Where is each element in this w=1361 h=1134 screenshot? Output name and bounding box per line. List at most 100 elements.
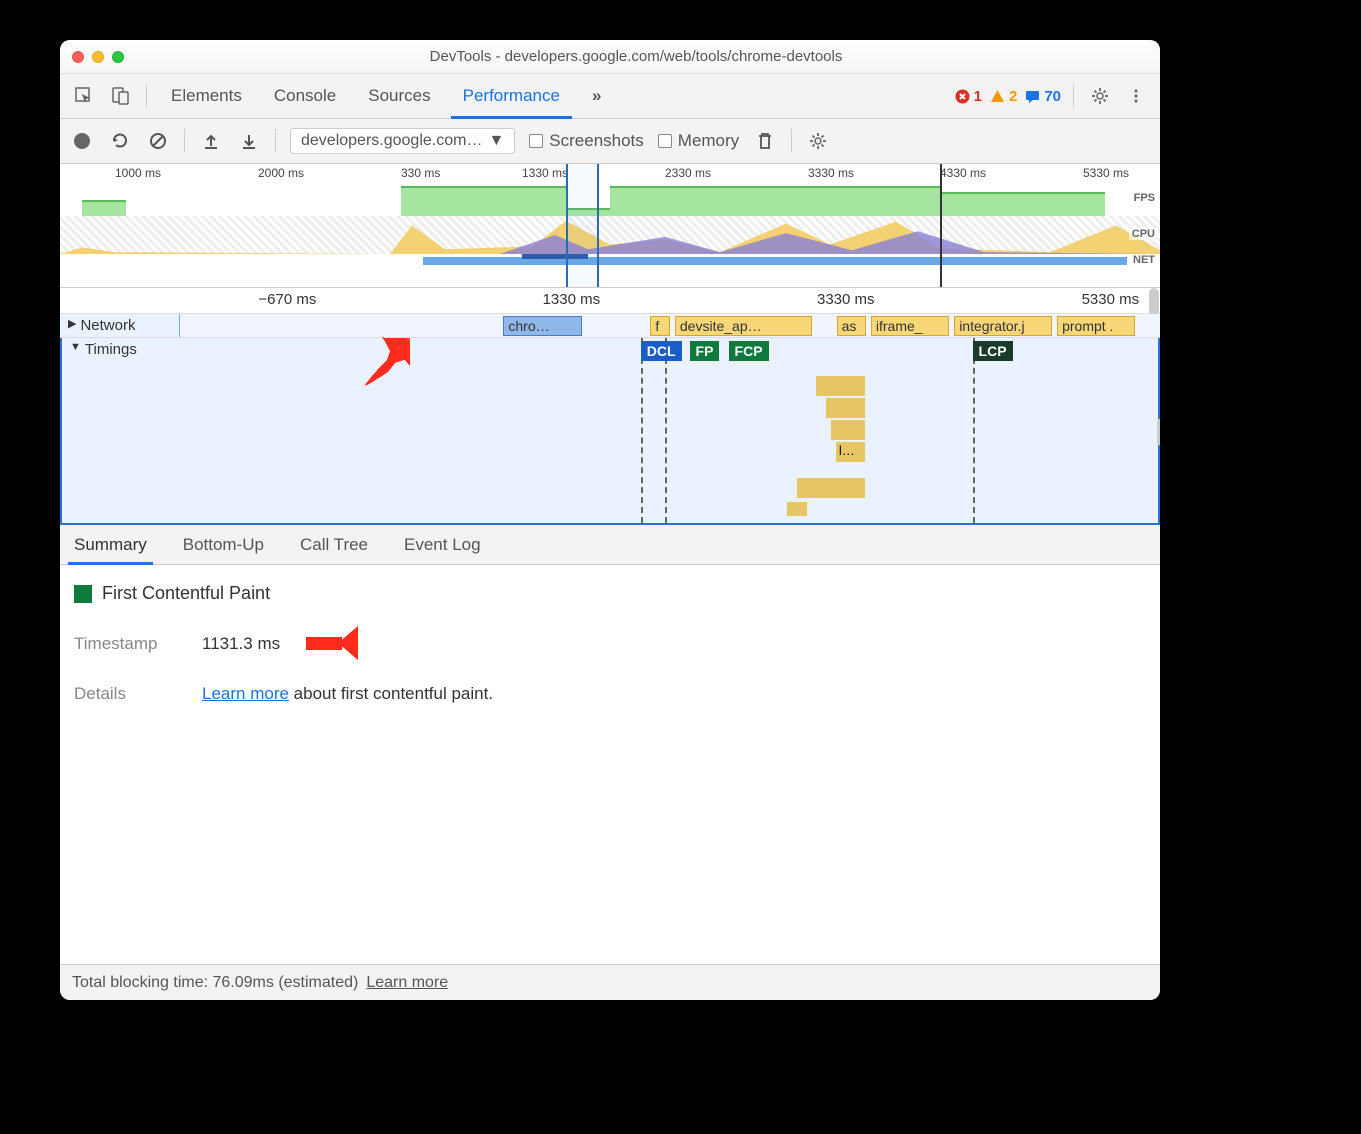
reload-icon[interactable]: [108, 129, 132, 153]
scrollbar-thumb[interactable]: [1157, 418, 1160, 446]
overview-chart[interactable]: 1000 ms2000 ms330 ms1330 ms2330 ms3330 m…: [60, 164, 1160, 288]
timing-badge-dcl[interactable]: DCL: [641, 341, 682, 361]
cpu-label: CPU: [1129, 228, 1158, 240]
device-icon[interactable]: [106, 82, 134, 110]
marker-line: [940, 164, 942, 287]
network-request[interactable]: as: [837, 316, 866, 336]
btab-summary[interactable]: Summary: [68, 525, 153, 564]
long-task-block[interactable]: [831, 420, 865, 440]
annotation-arrow-icon: [352, 336, 412, 392]
net-lane: NET: [60, 254, 1160, 268]
btab-bottomup[interactable]: Bottom-Up: [177, 525, 270, 564]
overview-selection[interactable]: [566, 164, 599, 287]
btab-eventlog[interactable]: Event Log: [398, 525, 487, 564]
ruler-tick: 5330 ms: [1083, 166, 1129, 180]
download-icon[interactable]: [237, 129, 261, 153]
record-button[interactable]: [70, 129, 94, 153]
blocking-time-text: Total blocking time: 76.09ms (estimated): [72, 974, 358, 992]
network-request[interactable]: devsite_ap…: [675, 316, 812, 336]
network-request[interactable]: prompt .: [1057, 316, 1135, 336]
network-request[interactable]: chro…: [503, 316, 581, 336]
long-task-block[interactable]: [797, 478, 865, 498]
memory-checkbox[interactable]: Memory: [658, 131, 739, 151]
ruler-tick: 1000 ms: [115, 166, 161, 180]
devtools-window: DevTools - developers.google.com/web/too…: [60, 40, 1160, 1000]
checkbox-icon: [529, 134, 543, 148]
footer-learn-more-link[interactable]: Learn more: [366, 974, 448, 992]
timings-track-header[interactable]: ▼ Timings: [62, 338, 182, 523]
net-label: NET: [1130, 254, 1158, 266]
perf-toolbar: developers.google.com… ▼ Screenshots Mem…: [60, 119, 1160, 164]
ruler-tick: 4330 ms: [940, 166, 986, 180]
maximize-icon[interactable]: [112, 51, 124, 63]
track-ruler: −670 ms 1330 ms 3330 ms 5330 ms: [60, 288, 1160, 314]
clear-icon[interactable]: [146, 129, 170, 153]
recording-label: developers.google.com…: [301, 132, 482, 150]
network-request[interactable]: f: [650, 316, 670, 336]
bottom-tabs: Summary Bottom-Up Call Tree Event Log: [60, 525, 1160, 565]
learn-more-link[interactable]: Learn more: [202, 684, 289, 703]
titlebar: DevTools - developers.google.com/web/too…: [60, 40, 1160, 74]
main-tabbar: Elements Console Sources Performance » 1…: [60, 74, 1160, 119]
long-task-block[interactable]: l…: [836, 442, 865, 462]
details-text: Learn more about first contentful paint.: [202, 684, 493, 704]
trash-icon[interactable]: [753, 129, 777, 153]
timestamp-label: Timestamp: [74, 634, 174, 654]
timing-badge-fp[interactable]: FP: [690, 341, 720, 361]
ruler-tick: 5330 ms: [1082, 291, 1140, 308]
screenshots-checkbox[interactable]: Screenshots: [529, 131, 644, 151]
tab-sources[interactable]: Sources: [356, 74, 442, 118]
footer-bar: Total blocking time: 76.09ms (estimated)…: [60, 964, 1160, 1000]
network-track: ▶ Network chro… fdevsite_ap… asiframe_inte…: [60, 314, 1160, 338]
ruler-tick: 2330 ms: [665, 166, 711, 180]
fp-marker-line: [665, 338, 667, 523]
long-task-block[interactable]: [826, 398, 865, 418]
overview-ruler: 1000 ms2000 ms330 ms1330 ms2330 ms3330 m…: [60, 164, 1160, 182]
ruler-tick: 1330 ms: [543, 291, 601, 308]
tab-performance[interactable]: Performance: [451, 74, 572, 118]
long-task-block[interactable]: [816, 376, 865, 396]
minimize-icon[interactable]: [92, 51, 104, 63]
fps-label: FPS: [1131, 192, 1158, 204]
kebab-icon[interactable]: [1122, 82, 1150, 110]
gear-icon[interactable]: [806, 129, 830, 153]
ruler-tick: 330 ms: [401, 166, 440, 180]
scrollbar-thumb[interactable]: [1149, 288, 1159, 316]
ruler-tick: 1330 ms: [522, 166, 568, 180]
network-request[interactable]: iframe_: [871, 316, 949, 336]
network-track-body[interactable]: chro… fdevsite_ap… asiframe_integrator.jpr…: [180, 314, 1160, 337]
timing-badge-lcp[interactable]: LCP: [973, 341, 1013, 361]
network-track-header[interactable]: ▶ Network: [60, 314, 180, 337]
ruler-tick: 3330 ms: [817, 291, 875, 308]
warning-count[interactable]: 2: [990, 88, 1017, 105]
gear-icon[interactable]: [1086, 82, 1114, 110]
traffic-lights: [72, 51, 124, 63]
ruler-tick: 3330 ms: [808, 166, 854, 180]
error-count[interactable]: 1: [955, 88, 982, 105]
chevron-right-icon: ▶: [68, 317, 76, 330]
annotation-arrow-icon: [302, 620, 360, 668]
details-label: Details: [74, 684, 174, 704]
tabs-overflow[interactable]: »: [580, 74, 613, 118]
summary-title: First Contentful Paint: [74, 583, 1146, 604]
timings-track-body[interactable]: DCL FP FCP LCP l…: [182, 338, 1158, 523]
btab-calltree[interactable]: Call Tree: [294, 525, 374, 564]
dcl-marker-line: [641, 338, 643, 523]
recording-dropdown[interactable]: developers.google.com… ▼: [290, 128, 515, 154]
message-count[interactable]: 70: [1025, 88, 1061, 105]
tab-console[interactable]: Console: [262, 74, 348, 118]
cpu-lane: CPU: [60, 216, 1160, 254]
close-icon[interactable]: [72, 51, 84, 63]
upload-icon[interactable]: [199, 129, 223, 153]
network-request[interactable]: integrator.j: [954, 316, 1052, 336]
window-title: DevTools - developers.google.com/web/too…: [124, 48, 1148, 65]
summary-panel: First Contentful Paint Timestamp 1131.3 …: [60, 565, 1160, 964]
timing-badge-fcp[interactable]: FCP: [729, 341, 769, 361]
fps-lane: FPS: [60, 182, 1160, 216]
ruler-tick: −670 ms: [258, 291, 316, 308]
tab-elements[interactable]: Elements: [159, 74, 254, 118]
chevron-down-icon: ▼: [488, 132, 504, 150]
long-task-block[interactable]: [787, 502, 807, 516]
inspect-icon[interactable]: [70, 82, 98, 110]
timestamp-value: 1131.3 ms: [202, 634, 280, 654]
